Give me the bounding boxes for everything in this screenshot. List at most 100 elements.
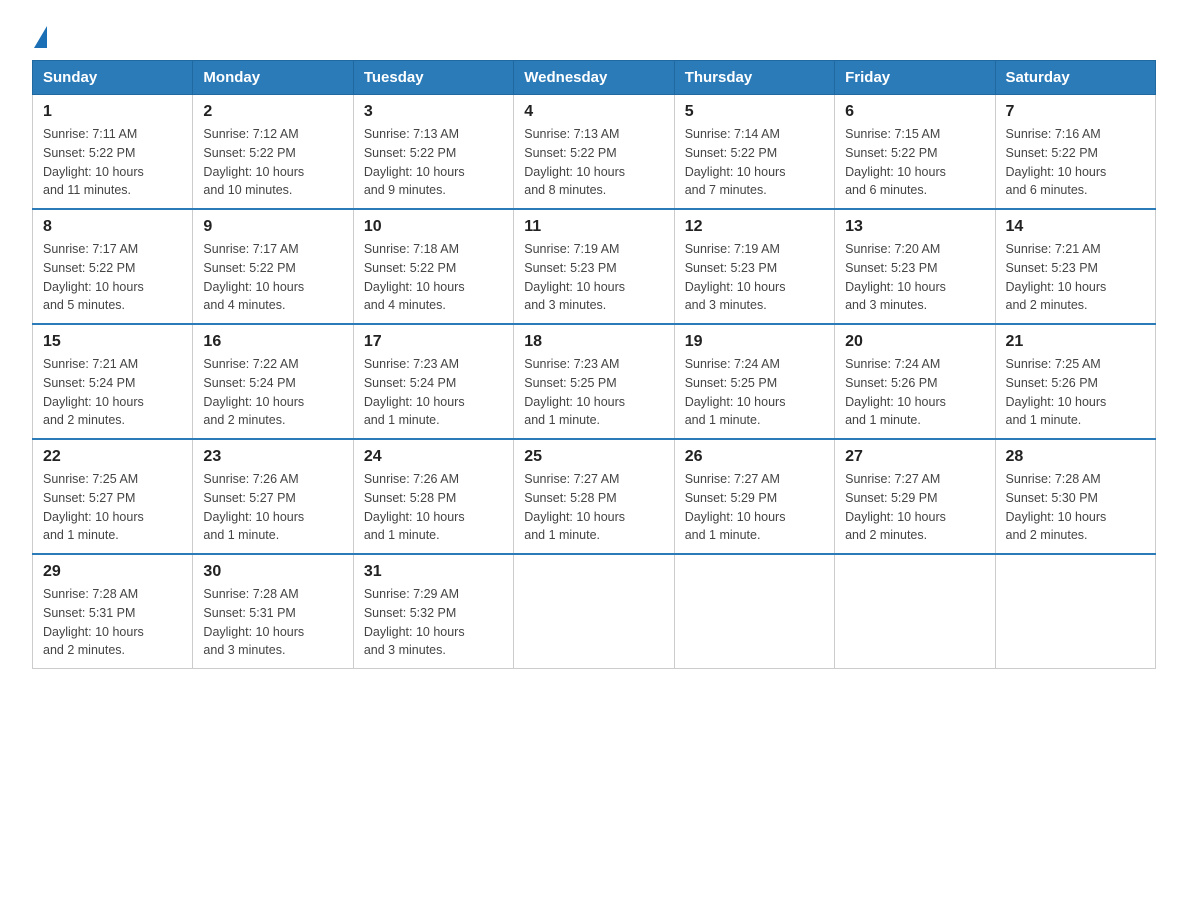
- calendar-day-cell: 17 Sunrise: 7:23 AMSunset: 5:24 PMDaylig…: [353, 324, 513, 439]
- calendar-day-cell: 19 Sunrise: 7:24 AMSunset: 5:25 PMDaylig…: [674, 324, 834, 439]
- day-info: Sunrise: 7:15 AMSunset: 5:22 PMDaylight:…: [845, 125, 984, 200]
- day-info: Sunrise: 7:25 AMSunset: 5:27 PMDaylight:…: [43, 470, 182, 545]
- day-number: 7: [1006, 103, 1145, 121]
- day-info: Sunrise: 7:21 AMSunset: 5:23 PMDaylight:…: [1006, 240, 1145, 315]
- day-info: Sunrise: 7:24 AMSunset: 5:25 PMDaylight:…: [685, 355, 824, 430]
- calendar-week-row: 29 Sunrise: 7:28 AMSunset: 5:31 PMDaylig…: [33, 554, 1156, 669]
- day-number: 31: [364, 563, 503, 581]
- calendar-week-row: 8 Sunrise: 7:17 AMSunset: 5:22 PMDayligh…: [33, 209, 1156, 324]
- day-number: 5: [685, 103, 824, 121]
- calendar-day-cell: 20 Sunrise: 7:24 AMSunset: 5:26 PMDaylig…: [835, 324, 995, 439]
- calendar-day-cell: 31 Sunrise: 7:29 AMSunset: 5:32 PMDaylig…: [353, 554, 513, 669]
- day-number: 21: [1006, 333, 1145, 351]
- calendar-day-cell: [835, 554, 995, 669]
- calendar-day-cell: 1 Sunrise: 7:11 AMSunset: 5:22 PMDayligh…: [33, 95, 193, 210]
- day-number: 4: [524, 103, 663, 121]
- day-info: Sunrise: 7:19 AMSunset: 5:23 PMDaylight:…: [524, 240, 663, 315]
- calendar-day-cell: 22 Sunrise: 7:25 AMSunset: 5:27 PMDaylig…: [33, 439, 193, 554]
- day-info: Sunrise: 7:11 AMSunset: 5:22 PMDaylight:…: [43, 125, 182, 200]
- day-info: Sunrise: 7:23 AMSunset: 5:24 PMDaylight:…: [364, 355, 503, 430]
- day-number: 11: [524, 218, 663, 236]
- calendar-day-cell: 25 Sunrise: 7:27 AMSunset: 5:28 PMDaylig…: [514, 439, 674, 554]
- day-info: Sunrise: 7:25 AMSunset: 5:26 PMDaylight:…: [1006, 355, 1145, 430]
- day-info: Sunrise: 7:18 AMSunset: 5:22 PMDaylight:…: [364, 240, 503, 315]
- calendar-day-cell: [995, 554, 1155, 669]
- day-number: 18: [524, 333, 663, 351]
- weekday-header-sunday: Sunday: [33, 61, 193, 95]
- day-info: Sunrise: 7:26 AMSunset: 5:28 PMDaylight:…: [364, 470, 503, 545]
- day-number: 2: [203, 103, 342, 121]
- calendar-day-cell: 27 Sunrise: 7:27 AMSunset: 5:29 PMDaylig…: [835, 439, 995, 554]
- day-number: 26: [685, 448, 824, 466]
- day-info: Sunrise: 7:22 AMSunset: 5:24 PMDaylight:…: [203, 355, 342, 430]
- day-number: 9: [203, 218, 342, 236]
- day-info: Sunrise: 7:27 AMSunset: 5:29 PMDaylight:…: [845, 470, 984, 545]
- day-number: 6: [845, 103, 984, 121]
- day-info: Sunrise: 7:28 AMSunset: 5:31 PMDaylight:…: [43, 585, 182, 660]
- calendar-day-cell: 29 Sunrise: 7:28 AMSunset: 5:31 PMDaylig…: [33, 554, 193, 669]
- day-info: Sunrise: 7:23 AMSunset: 5:25 PMDaylight:…: [524, 355, 663, 430]
- day-info: Sunrise: 7:29 AMSunset: 5:32 PMDaylight:…: [364, 585, 503, 660]
- day-info: Sunrise: 7:19 AMSunset: 5:23 PMDaylight:…: [685, 240, 824, 315]
- day-info: Sunrise: 7:27 AMSunset: 5:28 PMDaylight:…: [524, 470, 663, 545]
- day-number: 3: [364, 103, 503, 121]
- day-number: 30: [203, 563, 342, 581]
- calendar-day-cell: 30 Sunrise: 7:28 AMSunset: 5:31 PMDaylig…: [193, 554, 353, 669]
- day-info: Sunrise: 7:17 AMSunset: 5:22 PMDaylight:…: [43, 240, 182, 315]
- day-number: 1: [43, 103, 182, 121]
- calendar-day-cell: 10 Sunrise: 7:18 AMSunset: 5:22 PMDaylig…: [353, 209, 513, 324]
- calendar-day-cell: 28 Sunrise: 7:28 AMSunset: 5:30 PMDaylig…: [995, 439, 1155, 554]
- day-number: 14: [1006, 218, 1145, 236]
- calendar-day-cell: 24 Sunrise: 7:26 AMSunset: 5:28 PMDaylig…: [353, 439, 513, 554]
- day-number: 25: [524, 448, 663, 466]
- weekday-header-thursday: Thursday: [674, 61, 834, 95]
- calendar-day-cell: 13 Sunrise: 7:20 AMSunset: 5:23 PMDaylig…: [835, 209, 995, 324]
- page-header: [32, 24, 1156, 44]
- day-info: Sunrise: 7:13 AMSunset: 5:22 PMDaylight:…: [364, 125, 503, 200]
- calendar-week-row: 22 Sunrise: 7:25 AMSunset: 5:27 PMDaylig…: [33, 439, 1156, 554]
- day-number: 24: [364, 448, 503, 466]
- calendar-day-cell: 7 Sunrise: 7:16 AMSunset: 5:22 PMDayligh…: [995, 95, 1155, 210]
- day-number: 20: [845, 333, 984, 351]
- day-info: Sunrise: 7:13 AMSunset: 5:22 PMDaylight:…: [524, 125, 663, 200]
- day-number: 22: [43, 448, 182, 466]
- weekday-header-monday: Monday: [193, 61, 353, 95]
- calendar-week-row: 1 Sunrise: 7:11 AMSunset: 5:22 PMDayligh…: [33, 95, 1156, 210]
- day-info: Sunrise: 7:24 AMSunset: 5:26 PMDaylight:…: [845, 355, 984, 430]
- calendar-day-cell: 8 Sunrise: 7:17 AMSunset: 5:22 PMDayligh…: [33, 209, 193, 324]
- day-info: Sunrise: 7:12 AMSunset: 5:22 PMDaylight:…: [203, 125, 342, 200]
- day-number: 23: [203, 448, 342, 466]
- day-number: 8: [43, 218, 182, 236]
- day-info: Sunrise: 7:28 AMSunset: 5:30 PMDaylight:…: [1006, 470, 1145, 545]
- calendar-day-cell: 3 Sunrise: 7:13 AMSunset: 5:22 PMDayligh…: [353, 95, 513, 210]
- calendar-day-cell: 18 Sunrise: 7:23 AMSunset: 5:25 PMDaylig…: [514, 324, 674, 439]
- calendar-day-cell: 5 Sunrise: 7:14 AMSunset: 5:22 PMDayligh…: [674, 95, 834, 210]
- weekday-header-saturday: Saturday: [995, 61, 1155, 95]
- day-info: Sunrise: 7:14 AMSunset: 5:22 PMDaylight:…: [685, 125, 824, 200]
- day-info: Sunrise: 7:16 AMSunset: 5:22 PMDaylight:…: [1006, 125, 1145, 200]
- weekday-header-row: SundayMondayTuesdayWednesdayThursdayFrid…: [33, 61, 1156, 95]
- day-number: 16: [203, 333, 342, 351]
- calendar-day-cell: [674, 554, 834, 669]
- day-number: 28: [1006, 448, 1145, 466]
- calendar-day-cell: 11 Sunrise: 7:19 AMSunset: 5:23 PMDaylig…: [514, 209, 674, 324]
- day-info: Sunrise: 7:21 AMSunset: 5:24 PMDaylight:…: [43, 355, 182, 430]
- day-info: Sunrise: 7:28 AMSunset: 5:31 PMDaylight:…: [203, 585, 342, 660]
- calendar-week-row: 15 Sunrise: 7:21 AMSunset: 5:24 PMDaylig…: [33, 324, 1156, 439]
- day-number: 13: [845, 218, 984, 236]
- calendar-day-cell: 2 Sunrise: 7:12 AMSunset: 5:22 PMDayligh…: [193, 95, 353, 210]
- calendar-table: SundayMondayTuesdayWednesdayThursdayFrid…: [32, 60, 1156, 669]
- day-number: 15: [43, 333, 182, 351]
- calendar-day-cell: 16 Sunrise: 7:22 AMSunset: 5:24 PMDaylig…: [193, 324, 353, 439]
- day-info: Sunrise: 7:26 AMSunset: 5:27 PMDaylight:…: [203, 470, 342, 545]
- day-number: 17: [364, 333, 503, 351]
- day-info: Sunrise: 7:17 AMSunset: 5:22 PMDaylight:…: [203, 240, 342, 315]
- calendar-day-cell: 15 Sunrise: 7:21 AMSunset: 5:24 PMDaylig…: [33, 324, 193, 439]
- logo: [32, 24, 47, 44]
- calendar-day-cell: [514, 554, 674, 669]
- calendar-day-cell: 26 Sunrise: 7:27 AMSunset: 5:29 PMDaylig…: [674, 439, 834, 554]
- day-info: Sunrise: 7:20 AMSunset: 5:23 PMDaylight:…: [845, 240, 984, 315]
- day-info: Sunrise: 7:27 AMSunset: 5:29 PMDaylight:…: [685, 470, 824, 545]
- calendar-day-cell: 4 Sunrise: 7:13 AMSunset: 5:22 PMDayligh…: [514, 95, 674, 210]
- day-number: 12: [685, 218, 824, 236]
